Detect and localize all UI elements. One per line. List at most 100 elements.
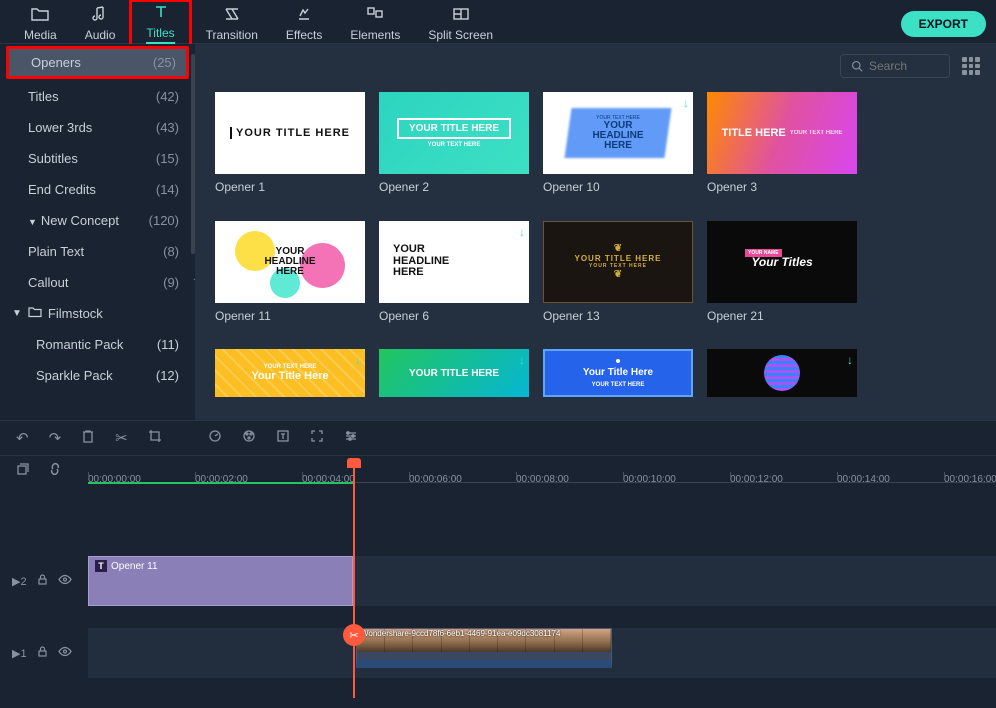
sidebar-item-plaintext[interactable]: Plain Text (8) (0, 236, 195, 267)
tab-elements[interactable]: Elements (336, 4, 414, 44)
thumb-label: Opener 11 (215, 309, 365, 323)
lock-icon[interactable] (37, 646, 48, 660)
export-button[interactable]: EXPORT (901, 11, 986, 37)
chevron-down-icon: ▼ (12, 308, 22, 319)
clip-label: Opener 11 (111, 561, 158, 572)
sidebar-item-label: Callout (28, 275, 68, 290)
sidebar-item-count: (43) (156, 120, 179, 135)
thumb-label: Opener 1 (215, 180, 365, 194)
download-icon: ↓ (847, 353, 853, 367)
thumb-opener10[interactable]: YOUR TEXT HEREYOURHEADLINEHERE ↓ Opener … (543, 92, 693, 207)
sidebar-item-label: ▼New Concept (28, 213, 119, 228)
thumb-opener13[interactable]: ❦YOUR TITLE HEREYOUR TEXT HERE❦ Opener 1… (543, 221, 693, 336)
download-icon: ↓ (519, 225, 525, 239)
cut-badge-icon[interactable]: ✂ (343, 624, 365, 646)
redo-icon[interactable]: ↷ (49, 429, 62, 447)
sidebar-item-count: (8) (163, 244, 179, 259)
sidebar-item-romantic[interactable]: Romantic Pack (11) (0, 329, 195, 360)
settings-icon[interactable] (344, 429, 358, 447)
sidebar: Openers (25) Titles (42) Lower 3rds (43)… (0, 44, 195, 420)
top-tabs: Media Audio Titles Transition Effects El… (0, 0, 996, 44)
sidebar-item-count: (9) (163, 275, 179, 290)
sidebar-item-openers[interactable]: Openers (25) (6, 46, 189, 79)
main-area: Openers (25) Titles (42) Lower 3rds (43)… (0, 44, 996, 420)
sidebar-group-label: Filmstock (48, 306, 103, 321)
sidebar-item-count: (14) (156, 182, 179, 197)
thumbnail-grid: YOUR TITLE HERE Opener 1 YOUR TITLE HERE… (195, 88, 996, 414)
content-area: YOUR TITLE HERE Opener 1 YOUR TITLE HERE… (195, 44, 996, 420)
sidebar-item-count: (12) (156, 368, 179, 383)
title-clip[interactable]: T Opener 11 (88, 556, 353, 606)
track-controls: ▶1 (0, 646, 88, 660)
sidebar-item-label: Openers (31, 55, 81, 70)
search-input[interactable] (840, 54, 950, 78)
delete-icon[interactable] (81, 429, 95, 447)
video-clip[interactable]: Wondershare-9ccd78f6-6eb1-4469-91ea-e09d… (356, 628, 612, 668)
thumb-opener2[interactable]: YOUR TITLE HEREYOUR TEXT HERE Opener 2 (379, 92, 529, 207)
sidebar-item-lower3rds[interactable]: Lower 3rds (43) (0, 112, 195, 143)
tab-media[interactable]: Media (10, 4, 71, 44)
tab-label: Split Screen (428, 28, 493, 42)
link-icon[interactable] (48, 462, 62, 479)
thumb-item[interactable]: ↓ (707, 349, 857, 410)
search-field[interactable] (869, 59, 939, 73)
sidebar-item-label: Romantic Pack (36, 337, 123, 352)
thumb-opener3[interactable]: TITLE HEREYOUR TEXT HERE Opener 3 (707, 92, 857, 207)
ruler-tick: 00:00:16:00 (944, 474, 996, 485)
tab-label: Effects (286, 28, 322, 42)
crop-icon[interactable] (148, 429, 162, 447)
ruler-tick: 00:00:08:00 (516, 474, 569, 485)
text-clip-icon: T (95, 560, 107, 572)
ruler-tick: 00:00:14:00 (837, 474, 890, 485)
expand-icon[interactable] (310, 429, 324, 447)
sidebar-item-titles[interactable]: Titles (42) (0, 81, 195, 112)
text-tool-icon[interactable] (276, 429, 290, 447)
tab-transition[interactable]: Transition (192, 4, 272, 44)
color-icon[interactable] (242, 429, 256, 447)
thumb-label: Opener 3 (707, 180, 857, 194)
undo-icon[interactable]: ↶ (16, 429, 29, 447)
timeline-ruler[interactable]: 00:00:00:00 00:00:02:00 00:00:04:00 00:0… (88, 462, 996, 482)
tab-label: Titles (146, 26, 174, 40)
cut-icon[interactable]: ✂ (115, 429, 128, 447)
thumb-item[interactable]: Your Title HereYOUR TEXT HERE (543, 349, 693, 410)
download-icon: ↓ (519, 353, 525, 367)
split-icon (452, 6, 470, 27)
sidebar-item-subtitles[interactable]: Subtitles (15) (0, 143, 195, 174)
grid-view-button[interactable] (962, 57, 980, 75)
tab-audio[interactable]: Audio (71, 4, 130, 44)
effects-icon (295, 6, 313, 27)
playhead[interactable] (353, 458, 355, 698)
thumb-opener11[interactable]: YOURHEADLINEHERE Opener 11 (215, 221, 365, 336)
clip-label: Wondershare-9ccd78f6-6eb1-4469-91ea-e09d… (361, 629, 560, 638)
sidebar-group-filmstock[interactable]: ▼ Filmstock (0, 298, 195, 329)
track-area[interactable]: T Opener 11 (88, 556, 996, 606)
content-header (195, 44, 996, 88)
thumb-opener6[interactable]: YOURHEADLINEHERE↓ Opener 6 (379, 221, 529, 336)
add-track-icon[interactable] (16, 462, 30, 479)
thumb-item[interactable]: YOUR TEXT HEREYour Title Here↓ (215, 349, 365, 410)
lock-icon[interactable] (37, 574, 48, 588)
text-icon (152, 4, 170, 25)
visibility-icon[interactable] (58, 646, 72, 660)
sidebar-item-endcredits[interactable]: End Credits (14) (0, 174, 195, 205)
tab-titles[interactable]: Titles (129, 0, 191, 49)
tab-effects[interactable]: Effects (272, 4, 336, 44)
sidebar-item-sparkle[interactable]: Sparkle Pack (12) (0, 360, 195, 391)
sidebar-item-callout[interactable]: Callout (9) (0, 267, 195, 298)
track-area[interactable]: Wondershare-9ccd78f6-6eb1-4469-91ea-e09d… (88, 628, 996, 678)
thumb-item[interactable]: YOUR TITLE HERE↓ (379, 349, 529, 410)
sidebar-item-newconcept[interactable]: ▼New Concept (120) (0, 205, 195, 236)
visibility-icon[interactable] (58, 574, 72, 588)
download-icon: ↓ (683, 96, 689, 110)
thumb-label: Opener 13 (543, 309, 693, 323)
thumb-label: Opener 6 (379, 309, 529, 323)
thumb-opener21[interactable]: YOUR NAMEYour Titles Opener 21 (707, 221, 857, 336)
thumb-label: Opener 21 (707, 309, 857, 323)
sidebar-item-count: (15) (156, 151, 179, 166)
speed-icon[interactable] (208, 429, 222, 447)
tab-split-screen[interactable]: Split Screen (414, 4, 507, 44)
sidebar-item-label: End Credits (28, 182, 96, 197)
sidebar-item-count: (11) (157, 337, 179, 352)
thumb-opener1[interactable]: YOUR TITLE HERE Opener 1 (215, 92, 365, 207)
